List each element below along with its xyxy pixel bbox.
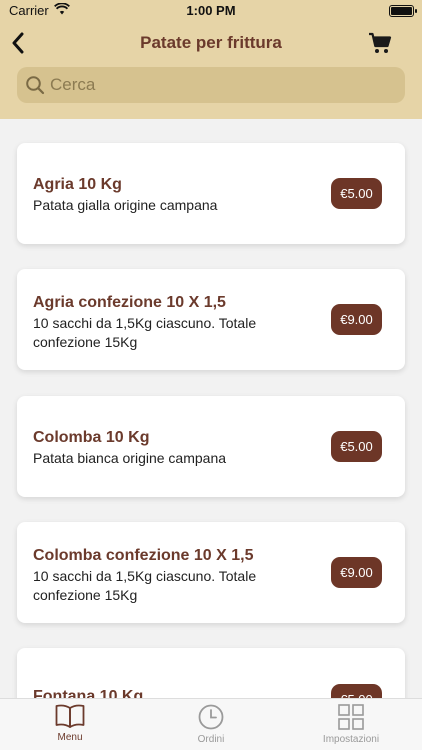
battery-icon bbox=[389, 5, 417, 17]
cart-icon bbox=[369, 32, 392, 53]
product-card[interactable]: Fontana 10 Kg €5.00 bbox=[17, 648, 405, 698]
tab-impostazioni-label: Impostazioni bbox=[322, 734, 380, 745]
product-list[interactable]: Agria 10 Kg Patata gialla origine campan… bbox=[0, 119, 422, 698]
product-name: Colomba confezione 10 X 1,5 bbox=[33, 547, 254, 564]
book-icon bbox=[55, 704, 85, 728]
tab-ordini-label: Ordini bbox=[197, 734, 225, 745]
status-bar: Carrier 1:00 PM bbox=[0, 0, 422, 22]
price-badge[interactable]: €9.00 bbox=[331, 304, 382, 335]
tab-ordini[interactable]: Ordini bbox=[161, 703, 261, 745]
clock-icon bbox=[198, 704, 224, 730]
tab-impostazioni[interactable]: Impostazioni bbox=[301, 703, 401, 745]
product-card[interactable]: Agria confezione 10 X 1,5 10 sacchi da 1… bbox=[17, 269, 405, 370]
product-description: Patata bianca origine campana bbox=[33, 450, 227, 466]
search-bar[interactable] bbox=[17, 67, 405, 103]
product-card[interactable]: Colomba confezione 10 X 1,5 10 sacchi da… bbox=[17, 522, 405, 623]
grid-icon bbox=[338, 704, 364, 730]
status-time: 1:00 PM bbox=[186, 3, 236, 18]
price-badge[interactable]: €9.00 bbox=[331, 557, 382, 588]
product-name: Colomba 10 Kg bbox=[33, 429, 150, 446]
product-name: Fontana 10 Kg bbox=[33, 688, 144, 698]
product-name: Agria 10 Kg bbox=[33, 176, 122, 193]
page-title: Patate per frittura bbox=[140, 33, 282, 52]
tab-menu-label: Menu bbox=[57, 732, 83, 743]
search-icon bbox=[26, 76, 45, 95]
cart-button[interactable] bbox=[368, 31, 392, 55]
product-card[interactable]: Colomba 10 Kg Patata bianca origine camp… bbox=[17, 396, 405, 497]
product-card[interactable]: Agria 10 Kg Patata gialla origine campan… bbox=[17, 143, 405, 244]
tab-menu[interactable]: Menu bbox=[20, 703, 120, 743]
price-badge[interactable]: €5.00 bbox=[331, 431, 382, 462]
price-badge[interactable]: €5.00 bbox=[331, 178, 382, 209]
header: Carrier 1:00 PM Patate per frittura bbox=[0, 0, 422, 119]
product-name: Agria confezione 10 X 1,5 bbox=[33, 294, 226, 311]
tab-bar: Menu Ordini Impostazioni bbox=[0, 698, 422, 750]
search-input[interactable] bbox=[50, 75, 390, 95]
product-description: 10 sacchi da 1,5Kg ciascuno. Totale conf… bbox=[33, 315, 257, 350]
product-description: 10 sacchi da 1,5Kg ciascuno. Totale conf… bbox=[33, 568, 257, 603]
price-badge[interactable]: €5.00 bbox=[331, 684, 382, 698]
product-description: Patata gialla origine campana bbox=[33, 197, 218, 213]
